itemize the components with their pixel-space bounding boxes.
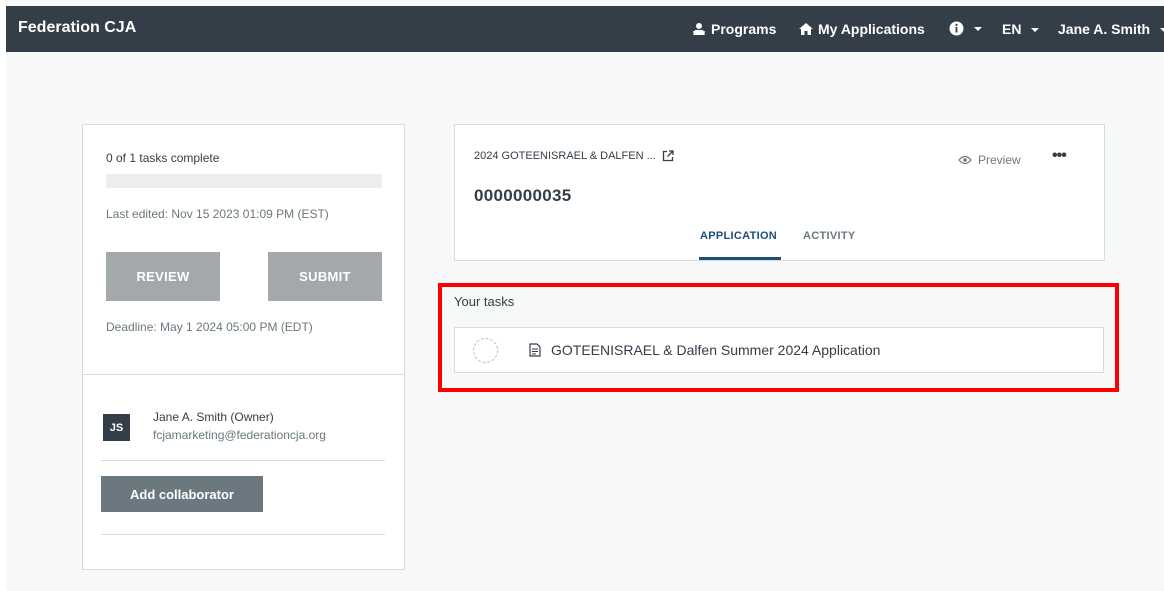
- task-status-icon: [473, 338, 498, 363]
- tasks-heading: Your tasks: [454, 294, 515, 309]
- tasks-complete-text: 0 of 1 tasks complete: [106, 151, 220, 165]
- divider: [83, 374, 404, 375]
- external-link-icon[interactable]: [662, 150, 674, 162]
- chevron-down-icon: [1031, 27, 1040, 32]
- task-item[interactable]: GOTEENISRAEL & Dalfen Summer 2024 Applic…: [454, 327, 1104, 373]
- owner-name: Jane A. Smith (Owner): [153, 410, 274, 424]
- deadline-text: Deadline: May 1 2024 05:00 PM (EDT): [106, 320, 313, 334]
- user-menu[interactable]: Jane A. Smith: [1058, 21, 1164, 37]
- review-button[interactable]: REVIEW: [106, 252, 220, 301]
- divider: [101, 460, 385, 461]
- progress-bar: [106, 174, 382, 188]
- active-tab-indicator: [699, 257, 781, 260]
- add-collaborator-button[interactable]: Add collaborator: [101, 476, 263, 512]
- application-number: 0000000035: [474, 186, 572, 205]
- tab-activity[interactable]: ACTIVITY: [803, 230, 856, 242]
- language-label: EN: [1002, 21, 1022, 37]
- application-status-card: 0 of 1 tasks complete Last edited: Nov 1…: [82, 124, 405, 570]
- program-name-link[interactable]: 2024 GOTEENISRAEL & DALFEN ...: [474, 150, 674, 162]
- eye-icon: [958, 155, 972, 165]
- info-icon: [949, 21, 964, 36]
- top-navbar: Federation CJA Programs My Applications …: [6, 6, 1164, 52]
- program-name: 2024 GOTEENISRAEL & DALFEN ...: [474, 150, 656, 162]
- submit-button[interactable]: SUBMIT: [268, 252, 382, 301]
- task-title: GOTEENISRAEL & Dalfen Summer 2024 Applic…: [551, 342, 881, 358]
- home-icon: [799, 23, 813, 35]
- application-header-card: 2024 GOTEENISRAEL & DALFEN ... 000000003…: [454, 124, 1105, 261]
- preview-label: Preview: [978, 153, 1021, 167]
- tab-application[interactable]: APPLICATION: [700, 230, 777, 242]
- document-icon: [529, 343, 541, 357]
- nav-my-applications-label: My Applications: [818, 21, 925, 37]
- divider: [101, 534, 385, 535]
- nav-programs[interactable]: Programs: [691, 21, 776, 37]
- preview-button[interactable]: Preview: [958, 153, 1021, 167]
- brand-logo[interactable]: Federation CJA: [18, 19, 136, 37]
- owner-email: fcjamarketing@federationcja.org: [153, 428, 326, 442]
- more-options-button[interactable]: •••: [1052, 147, 1067, 165]
- chevron-down-icon: [974, 27, 982, 31]
- avatar: JS: [103, 414, 130, 441]
- nav-my-applications[interactable]: My Applications: [798, 21, 925, 37]
- user-name: Jane A. Smith: [1058, 21, 1151, 37]
- nav-programs-label: Programs: [711, 21, 777, 37]
- chevron-down-icon: [1160, 27, 1164, 32]
- last-edited-text: Last edited: Nov 15 2023 01:09 PM (EST): [106, 207, 329, 221]
- language-menu[interactable]: EN: [1002, 21, 1040, 37]
- help-menu[interactable]: [949, 21, 982, 36]
- programs-icon: [693, 23, 705, 35]
